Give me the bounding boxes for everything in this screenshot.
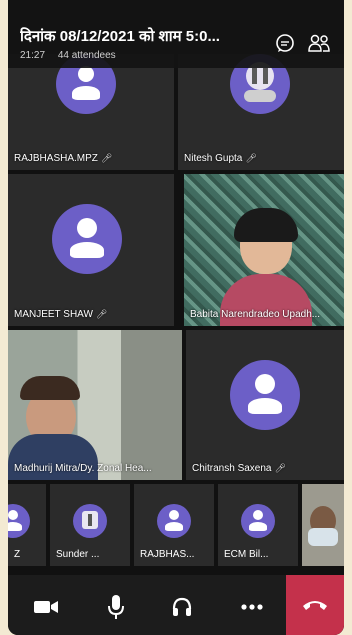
participant-name: Z — [14, 549, 21, 560]
participant-video-tile[interactable]: Babita Narendradeo Upadh... — [184, 174, 344, 326]
mic-icon: 🎤︎ — [274, 463, 286, 473]
participant-tile[interactable]: Chitransh Saxena 🎤︎ — [186, 330, 344, 480]
hangup-icon — [303, 601, 327, 610]
more-button[interactable] — [234, 589, 270, 625]
headset-icon — [172, 597, 192, 616]
strip-participant-video[interactable] — [302, 484, 344, 566]
meeting-time: 21:27 — [20, 50, 46, 61]
camera-icon — [34, 601, 58, 613]
audio-button[interactable] — [164, 589, 200, 625]
chat-button[interactable] — [272, 30, 298, 56]
chat-icon — [276, 34, 294, 52]
participant-name: Chitransh Saxena 🎤︎ — [192, 463, 286, 474]
strip-participant[interactable]: Z — [8, 484, 46, 566]
avatar — [73, 504, 107, 538]
meeting-title: दिनांक 08/12/2021 को शाम 5:0... — [20, 28, 220, 45]
participant-name: Sunder ... — [56, 549, 100, 560]
avatar — [8, 504, 30, 538]
participant-video-tile[interactable]: Madhurij Mitra/Dy. Zonal Hea... — [8, 330, 182, 480]
attendee-count: 44 attendees — [57, 50, 116, 61]
mic-button[interactable] — [98, 589, 134, 625]
participant-name: RAJBHAS... — [140, 549, 195, 560]
more-icon — [241, 604, 263, 610]
people-icon — [308, 34, 330, 52]
strip-participant[interactable]: Sunder ... — [50, 484, 130, 566]
participant-name: ECM Bil... — [224, 549, 269, 560]
hangup-button[interactable] — [286, 575, 344, 635]
avatar — [230, 360, 300, 430]
mic-icon: 🎤︎ — [245, 153, 257, 163]
participant-tile[interactable]: Nitesh Gupta 🎤︎ — [178, 54, 344, 170]
participant-tile[interactable]: MANJEET SHAW 🎤︎ — [8, 174, 174, 326]
strip-participant[interactable]: ECM Bil... — [218, 484, 298, 566]
mic-icon: 🎤︎ — [100, 153, 113, 163]
meeting-header: दिनांक 08/12/2021 को शाम 5:0... 21:27 44… — [8, 0, 344, 68]
meeting-subtitle: 21:27 44 attendees — [20, 50, 126, 61]
participant-name: MANJEET SHAW 🎤︎ — [14, 309, 108, 320]
call-controls — [8, 575, 344, 635]
avatar — [241, 504, 275, 538]
avatar — [157, 504, 191, 538]
participant-name: Babita Narendradeo Upadh... — [190, 309, 321, 320]
participant-name: Nitesh Gupta 🎤︎ — [184, 153, 257, 164]
meeting-window: दिनांक 08/12/2021 को शाम 5:0... 21:27 44… — [8, 0, 344, 635]
participant-tile[interactable]: RAJBHASHA.MPZ 🎤︎ — [8, 54, 174, 170]
people-button[interactable] — [306, 30, 332, 56]
participant-name: Madhurij Mitra/Dy. Zonal Hea... — [14, 463, 152, 474]
participant-name: RAJBHASHA.MPZ 🎤︎ — [14, 153, 113, 164]
strip-participant[interactable]: RAJBHAS... — [134, 484, 214, 566]
camera-button[interactable] — [28, 589, 64, 625]
avatar — [52, 204, 122, 274]
mic-icon: 🎤︎ — [95, 309, 108, 319]
mic-icon — [108, 595, 124, 619]
